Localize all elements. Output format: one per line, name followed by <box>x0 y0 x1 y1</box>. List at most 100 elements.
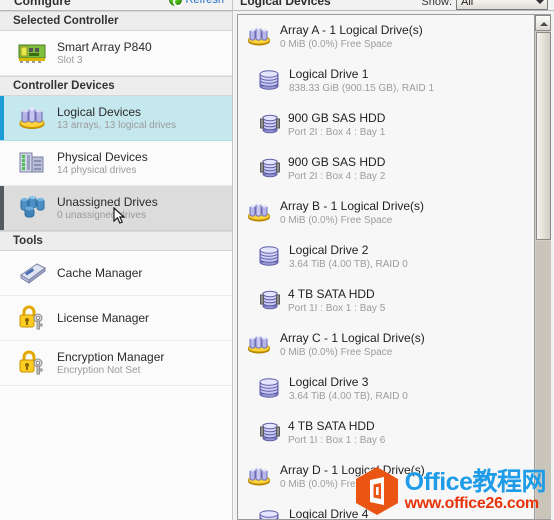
cache-module-icon <box>17 258 51 288</box>
physical-devices-server-icon <box>17 148 51 178</box>
sidebar-section-header-selected-controller: Selected Controller <box>0 11 232 31</box>
logical-devices-header: Logical Devices Show: All <box>234 0 554 10</box>
sidebar-item-text: License Manager <box>57 311 149 325</box>
list-item-physical-drive[interactable]: 900 GB SAS HDD Port 2I : Box 4 : Bay 2 <box>238 147 534 191</box>
array-icon <box>246 24 272 51</box>
list-item-array[interactable]: Array C - 1 Logical Drive(s) 0 MiB (0.0%… <box>238 323 534 367</box>
sidebar-item-license-manager[interactable]: License Manager <box>0 296 232 341</box>
list-item-physical-drive[interactable]: 900 GB SAS HDD Port 2I : Box 4 : Bay 1 <box>238 103 534 147</box>
watermark-title: Office教程网 <box>404 468 547 496</box>
list-item-subtitle: Port 1I : Box 1 : Bay 6 <box>288 435 386 446</box>
logical-drive-icon <box>257 507 281 519</box>
sidebar-item-title: Physical Devices <box>57 149 148 164</box>
sidebar-item-text: Cache Manager <box>57 266 142 280</box>
list-item-subtitle: 3.64 TiB (4.00 TB), RAID 0 <box>289 391 408 402</box>
configure-bar: Configure Refresh <box>0 0 233 10</box>
sidebar-item-physical-devices[interactable]: Physical Devices 14 physical drives <box>0 141 232 186</box>
physical-drive-icon <box>260 288 280 315</box>
sidebar-item-cache-manager[interactable]: Cache Manager <box>0 251 232 296</box>
controller-card-icon <box>17 38 51 68</box>
sidebar-item-subtitle: Encryption Not Set <box>57 364 141 376</box>
sidebar: Selected Controller Smart Array P840 Slo… <box>0 11 233 520</box>
sidebar-item-title: License Manager <box>57 311 150 325</box>
refresh-button[interactable]: Refresh <box>169 0 224 7</box>
list-item-subtitle: Port 2I : Box 4 : Bay 2 <box>288 171 386 182</box>
logical-drive-icon <box>257 375 281 404</box>
sidebar-item-subtitle: Slot 3 <box>57 54 83 66</box>
physical-drive-icon <box>260 156 280 183</box>
unassigned-drives-icon <box>17 193 51 223</box>
logical-devices-panel: Array A - 1 Logical Drive(s) 0 MiB (0.0%… <box>234 11 554 520</box>
list-item-subtitle: 3.64 TiB (4.00 TB), RAID 0 <box>289 259 408 270</box>
physical-drive-icon <box>260 420 280 447</box>
logical-drive-icon <box>257 243 281 272</box>
top-bar: Configure Refresh Logical Devices Show: … <box>0 0 554 11</box>
list-item-text: 900 GB SAS HDD Port 2I : Box 4 : Bay 2 <box>288 155 385 183</box>
sidebar-item-smart-array-p840[interactable]: Smart Array P840 Slot 3 <box>0 31 232 76</box>
list-item-subtitle: 838.33 GiB (900.15 GB), RAID 1 <box>289 83 435 94</box>
list-item-subtitle: 0 MiB (0.0%) Free Space <box>280 215 393 226</box>
list-item-logical-drive[interactable]: Logical Drive 1 838.33 GiB (900.15 GB), … <box>238 59 534 103</box>
list-item-title: Array A - 1 Logical Drive(s) <box>280 23 423 37</box>
refresh-label: Refresh <box>185 0 224 6</box>
list-item-physical-drive[interactable]: 4 TB SATA HDD Port 1I : Box 1 : Bay 5 <box>238 279 534 323</box>
lock-key-icon <box>17 303 51 333</box>
scroll-up-button[interactable] <box>535 15 551 31</box>
sidebar-item-unassigned-drives[interactable]: Unassigned Drives 0 unassigned drives <box>0 186 232 231</box>
show-filter: Show: All <box>421 0 548 10</box>
office-hexagon-logo-icon <box>354 466 400 516</box>
list-item-array[interactable]: Array A - 1 Logical Drive(s) 0 MiB (0.0%… <box>238 15 534 59</box>
array-icon <box>246 200 272 227</box>
vertical-scrollbar[interactable] <box>534 15 551 519</box>
array-icon <box>246 332 272 359</box>
show-dropdown-value: All <box>461 0 474 8</box>
configure-title: Configure <box>14 0 71 8</box>
scrollbar-thumb[interactable] <box>536 32 551 240</box>
watermark-url: www.office26.com <box>404 495 540 512</box>
list-item-text: 4 TB SATA HDD Port 1I : Box 1 : Bay 5 <box>288 287 385 315</box>
list-item-title: Array B - 1 Logical Drive(s) <box>280 199 425 213</box>
logical-drive-icon <box>257 67 281 96</box>
lock-key-icon <box>17 348 51 378</box>
sidebar-item-text: Logical Devices 13 arrays, 13 logical dr… <box>57 105 176 132</box>
list-item-text: Logical Drive 3 3.64 TiB (4.00 TB), RAID… <box>289 375 408 403</box>
physical-drive-icon <box>260 112 280 139</box>
sidebar-section-header-controller-devices: Controller Devices <box>0 76 232 96</box>
list-item-logical-drive[interactable]: Logical Drive 2 3.64 TiB (4.00 TB), RAID… <box>238 235 534 279</box>
list-item-logical-drive[interactable]: Logical Drive 3 3.64 TiB (4.00 TB), RAID… <box>238 367 534 411</box>
list-item-array[interactable]: Array B - 1 Logical Drive(s) 0 MiB (0.0%… <box>238 191 534 235</box>
list-item-subtitle: 0 MiB (0.0%) Free Space <box>280 347 393 358</box>
list-item-text: Logical Drive 2 3.64 TiB (4.00 TB), RAID… <box>289 243 408 271</box>
list-item-subtitle: 0 MiB (0.0%) Free Space <box>280 39 393 50</box>
device-rows: Array A - 1 Logical Drive(s) 0 MiB (0.0%… <box>238 15 534 519</box>
watermark: Office教程网 www.office26.com <box>354 466 547 516</box>
list-item-text: Array C - 1 Logical Drive(s) 0 MiB (0.0%… <box>280 331 425 359</box>
logical-devices-array-icon <box>17 103 51 133</box>
sidebar-item-text: Physical Devices 14 physical drives <box>57 150 148 177</box>
sidebar-item-subtitle: 13 arrays, 13 logical drives <box>57 119 176 131</box>
list-item-subtitle: Port 1I : Box 1 : Bay 5 <box>288 303 386 314</box>
sidebar-item-text: Encryption Manager Encryption Not Set <box>57 350 164 377</box>
sidebar-item-encryption-manager[interactable]: Encryption Manager Encryption Not Set <box>0 341 232 386</box>
list-item-title: Logical Drive 1 <box>289 67 369 81</box>
sidebar-item-logical-devices[interactable]: Logical Devices 13 arrays, 13 logical dr… <box>0 96 232 141</box>
list-item-text: 900 GB SAS HDD Port 2I : Box 4 : Bay 1 <box>288 111 385 139</box>
sidebar-item-text: Unassigned Drives 0 unassigned drives <box>57 195 158 222</box>
list-item-title: 4 TB SATA HDD <box>288 419 375 433</box>
chevron-down-icon <box>536 0 544 4</box>
list-item-physical-drive[interactable]: 4 TB SATA HDD Port 1I : Box 1 : Bay 6 <box>238 411 534 455</box>
array-icon <box>246 464 272 491</box>
show-label: Show: <box>421 0 452 8</box>
panel-title: Logical Devices <box>240 0 331 8</box>
sidebar-item-subtitle: 14 physical drives <box>57 164 137 176</box>
list-item-text: Logical Drive 1 838.33 GiB (900.15 GB), … <box>289 67 434 95</box>
list-item-subtitle: Port 2I : Box 4 : Bay 1 <box>288 127 386 138</box>
sidebar-item-subtitle: 0 unassigned drives <box>57 209 146 221</box>
ssa-window: Configure Refresh Logical Devices Show: … <box>0 0 554 520</box>
show-dropdown[interactable]: All <box>456 0 548 10</box>
sidebar-item-text: Smart Array P840 Slot 3 <box>57 40 152 67</box>
list-item-title: 900 GB SAS HDD <box>288 155 386 169</box>
list-item-text: Array A - 1 Logical Drive(s) 0 MiB (0.0%… <box>280 23 423 51</box>
list-item-text: Array B - 1 Logical Drive(s) 0 MiB (0.0%… <box>280 199 424 227</box>
list-item-text: 4 TB SATA HDD Port 1I : Box 1 : Bay 6 <box>288 419 385 447</box>
